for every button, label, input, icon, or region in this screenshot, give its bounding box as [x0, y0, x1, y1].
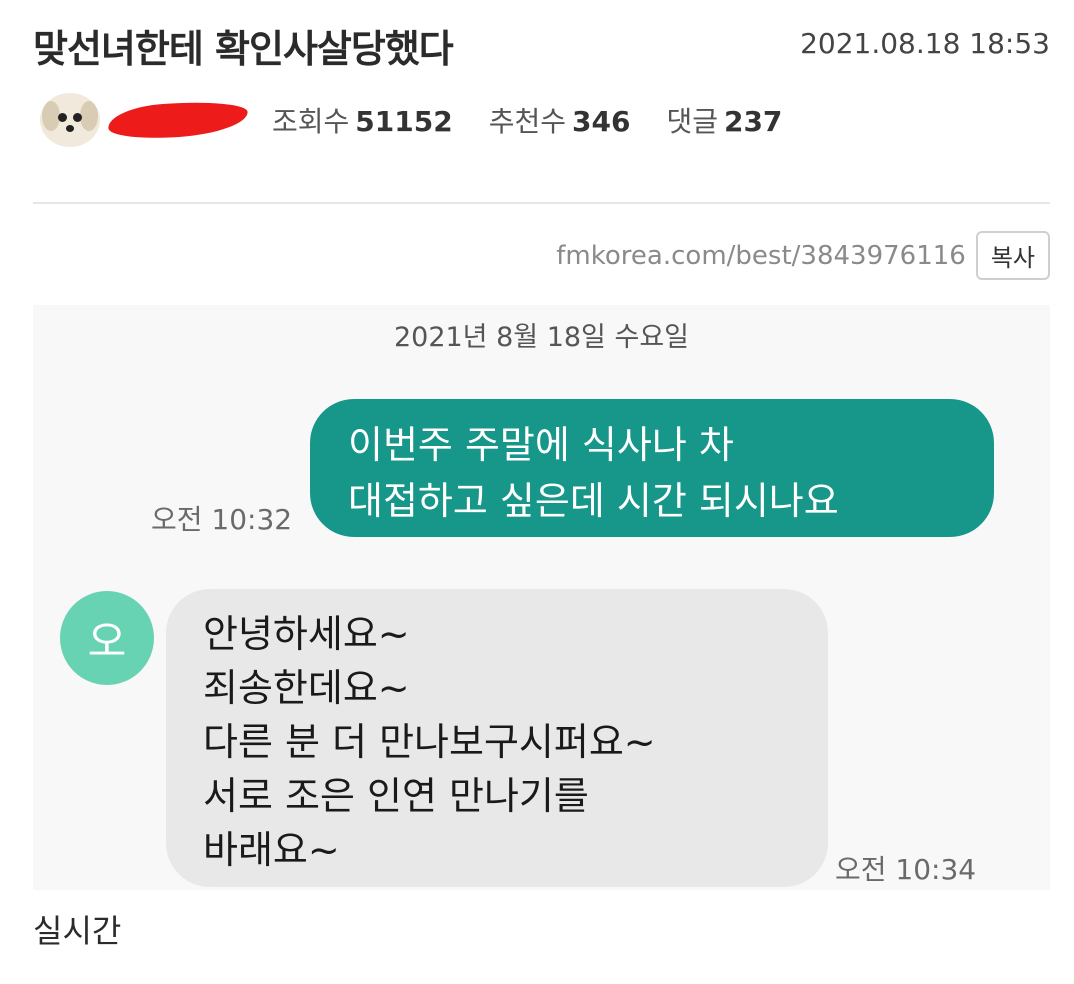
message-line: 죄송한데요~: [203, 666, 410, 710]
post-meta: 조회수 51152 추천수 346 댓글 237: [40, 92, 818, 148]
message-line: 대접하고 싶은데 시간 되시나요: [348, 479, 839, 523]
chat-date-header: 2021년 8월 18일 수요일: [393, 322, 690, 353]
post-url[interactable]: fmkorea.com/best/3843976116: [556, 241, 966, 271]
message-line: 서로 조은 인연 만나기를: [203, 774, 589, 818]
views-label: 조회수: [272, 105, 350, 138]
copy-url-button[interactable]: 복사: [975, 231, 1050, 280]
message-line: 이번주 주말에 식사나 차: [348, 423, 734, 467]
comments-count[interactable]: 댓글 237: [666, 100, 782, 140]
likes-value: 346: [571, 105, 631, 138]
message-line: 바래요~: [203, 828, 340, 872]
post-caption: 실시간: [33, 912, 122, 950]
chat-screenshot: 2021년 8월 18일 수요일 오전 10:32 이번주 주말에 식사나 차 …: [33, 305, 1050, 890]
views-value: 51152: [355, 105, 453, 138]
outgoing-message-time: 오전 10:32: [151, 503, 293, 536]
post-url-row: fmkorea.com/best/3843976116 복사: [556, 231, 1050, 280]
post-date: 2021.08.18 18:53: [800, 27, 1050, 60]
outgoing-message-bubble: 이번주 주말에 식사나 차 대접하고 싶은데 시간 되시나요: [310, 399, 994, 537]
incoming-message-time: 오전 10:34: [835, 853, 977, 886]
author-avatar[interactable]: [40, 93, 100, 147]
likes-label: 추천수: [488, 105, 566, 138]
views-count: 조회수 51152: [272, 100, 453, 140]
message-line: 안녕하세요~: [203, 612, 410, 656]
message-line: 다른 분 더 만나보구시퍼요~: [203, 720, 656, 764]
redacted-author-name: [106, 98, 250, 142]
contact-avatar: 오: [60, 591, 154, 685]
post-title: 맞선녀한테 확인사살당했다: [33, 27, 454, 71]
comments-label: 댓글: [666, 105, 718, 138]
comments-value: 237: [723, 105, 783, 138]
likes-count: 추천수 346: [489, 100, 631, 140]
incoming-message-bubble: 안녕하세요~ 죄송한데요~ 다른 분 더 만나보구시퍼요~ 서로 조은 인연 만…: [166, 589, 828, 887]
header-divider: [33, 202, 1050, 204]
